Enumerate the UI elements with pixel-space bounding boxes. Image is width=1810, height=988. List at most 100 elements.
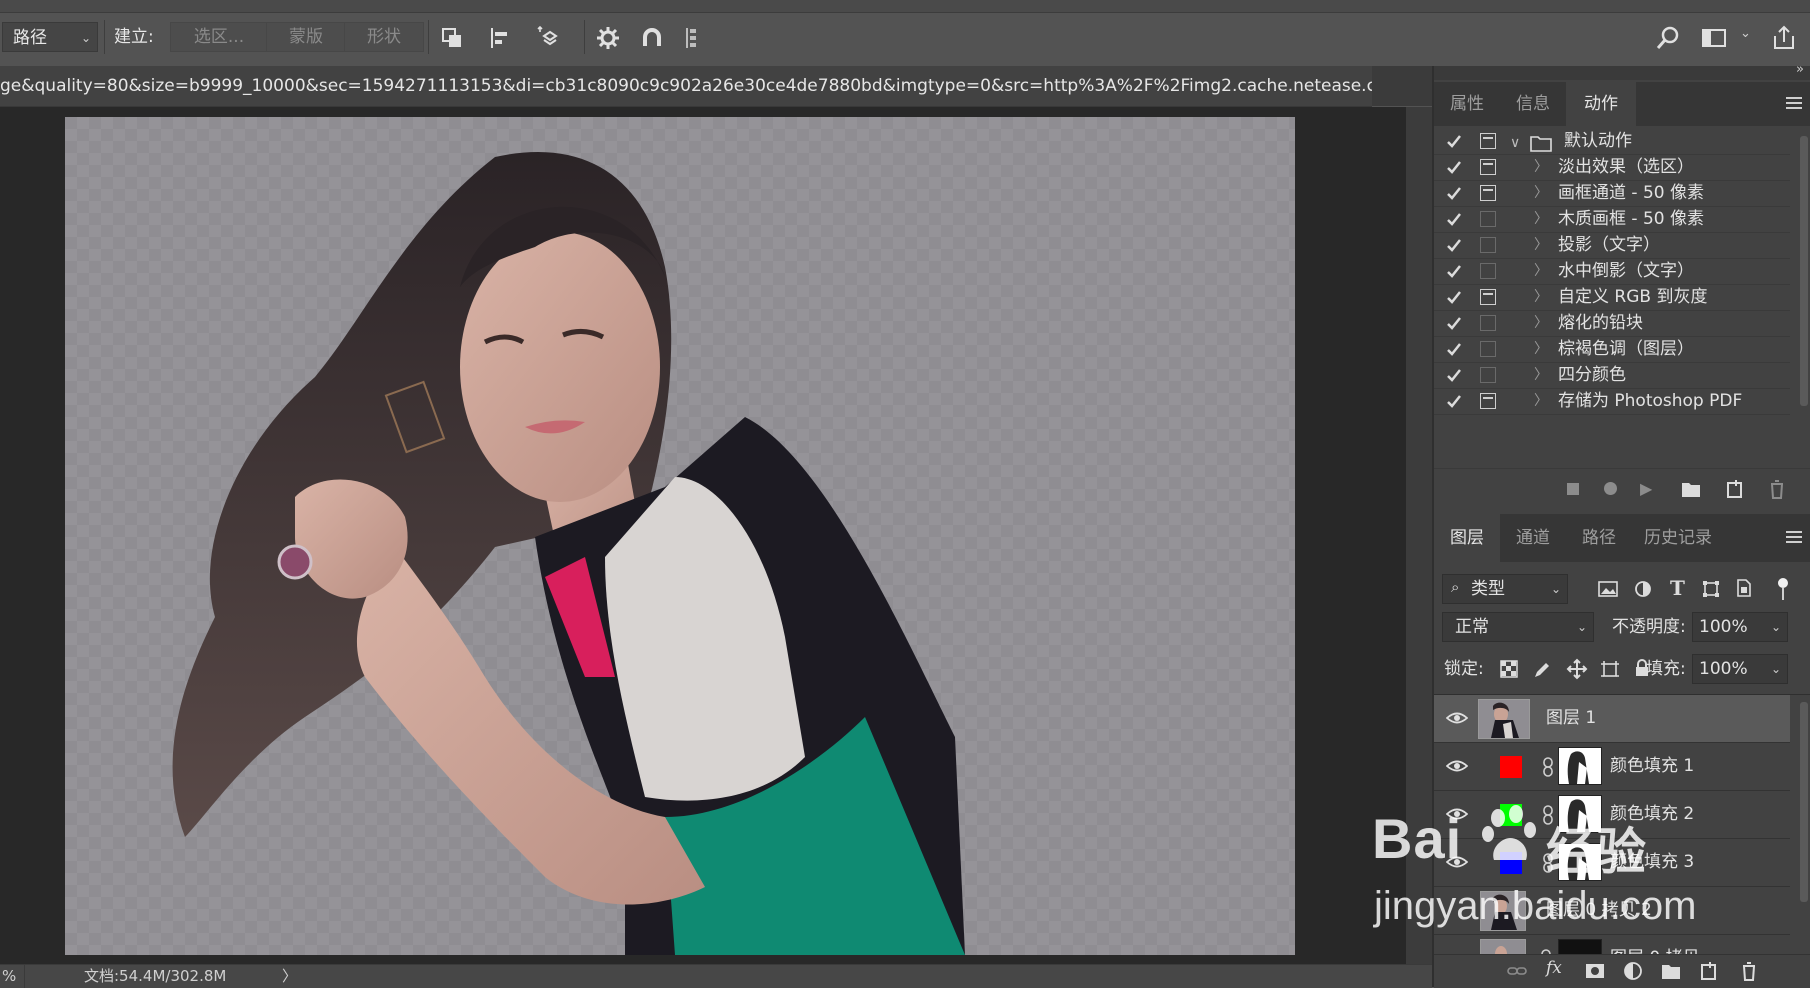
chevron-down-icon[interactable]: ⌄ — [1771, 613, 1781, 641]
action-set-row[interactable]: ∨ 默认动作 — [1434, 128, 1790, 155]
eye-icon[interactable] — [1446, 757, 1468, 775]
path-arrangement-icon[interactable] — [536, 24, 564, 52]
chevron-right-icon[interactable]: 〉 — [1534, 180, 1548, 206]
dialog-toggle-icon[interactable] — [1480, 367, 1496, 383]
lock-transparent-icon[interactable] — [1500, 660, 1518, 678]
tab-properties[interactable]: 属性 — [1434, 82, 1500, 126]
dialog-toggle-icon[interactable] — [1480, 237, 1496, 253]
chevron-right-icon[interactable]: 〉 — [1534, 336, 1548, 362]
status-menu-arrow[interactable]: 〉 — [282, 965, 297, 988]
layers-scrollbar[interactable] — [1800, 702, 1808, 902]
action-row[interactable]: 〉棕褐色调（图层） — [1434, 336, 1790, 363]
check-icon[interactable] — [1446, 339, 1462, 359]
check-icon[interactable] — [1446, 183, 1462, 203]
filter-type-icon[interactable]: T — [1670, 576, 1685, 600]
layer-name[interactable]: 颜色填充 3 — [1610, 839, 1694, 886]
tab-channels[interactable]: 通道 — [1500, 514, 1566, 562]
check-icon[interactable] — [1446, 365, 1462, 385]
document-canvas[interactable] — [65, 117, 1295, 955]
action-row[interactable]: 〉淡出效果（选区） — [1434, 154, 1790, 181]
dialog-toggle-icon[interactable] — [1480, 393, 1496, 409]
lock-pixels-icon[interactable] — [1532, 660, 1552, 680]
path-mode-dropdown[interactable]: 路径 ⌄ — [2, 22, 98, 52]
layer-row[interactable]: 颜色填充 3 — [1434, 839, 1790, 887]
make-mask-button[interactable]: 蒙版 — [266, 22, 346, 52]
dialog-toggle-icon[interactable] — [1480, 185, 1496, 201]
layer-row[interactable]: 图层 0 拷贝 2 — [1434, 887, 1790, 935]
action-row[interactable]: 〉木质画框 - 50 像素 — [1434, 206, 1790, 233]
layer-name[interactable]: 颜色填充 2 — [1610, 791, 1694, 838]
action-row[interactable]: 〉四分颜色 — [1434, 362, 1790, 389]
eye-icon[interactable] — [1446, 805, 1468, 823]
tab-layers[interactable]: 图层 — [1434, 514, 1500, 562]
check-icon[interactable] — [1446, 391, 1462, 411]
dialog-toggle-icon[interactable] — [1480, 159, 1496, 175]
layer-filter-dropdown[interactable]: ⌕ 类型 ⌄ — [1442, 574, 1568, 604]
delete-layer-icon[interactable] — [1738, 960, 1760, 982]
dialog-toggle-icon[interactable] — [1480, 211, 1496, 227]
dialog-toggle-icon[interactable] — [1480, 289, 1496, 305]
check-icon[interactable] — [1446, 157, 1462, 177]
play-icon[interactable]: ▶ — [1640, 478, 1662, 500]
opacity-field[interactable]: 100% ⌄ — [1692, 612, 1788, 642]
new-action-icon[interactable] — [1724, 478, 1746, 500]
share-icon[interactable] — [1770, 24, 1798, 52]
fill-color-swatch[interactable] — [1500, 852, 1522, 874]
chevron-down-icon[interactable]: ⌄ — [1771, 655, 1781, 683]
check-icon[interactable] — [1446, 261, 1462, 281]
path-alignment-icon[interactable] — [486, 24, 514, 52]
new-layer-icon[interactable] — [1698, 960, 1720, 982]
eye-icon[interactable] — [1446, 709, 1468, 727]
filter-pixel-icon[interactable] — [1598, 580, 1618, 598]
lock-position-icon[interactable] — [1566, 658, 1588, 680]
chevron-right-icon[interactable]: 〉 — [1534, 258, 1548, 284]
dialog-toggle-icon[interactable] — [1480, 133, 1496, 149]
actions-scrollbar[interactable] — [1800, 136, 1808, 406]
filter-shape-icon[interactable] — [1702, 580, 1720, 598]
layer-mask-thumbnail[interactable] — [1558, 747, 1602, 785]
action-row[interactable]: 〉画框通道 - 50 像素 — [1434, 180, 1790, 207]
collapse-panels-icon[interactable]: » — [1796, 62, 1804, 77]
tab-info[interactable]: 信息 — [1500, 82, 1566, 126]
tab-history[interactable]: 历史记录 — [1632, 514, 1724, 562]
search-icon[interactable] — [1654, 24, 1682, 52]
stop-icon[interactable] — [1562, 478, 1584, 500]
layer-row[interactable]: 颜色填充 2 — [1434, 791, 1790, 839]
dialog-toggle-icon[interactable] — [1480, 315, 1496, 331]
fill-color-swatch[interactable] — [1500, 756, 1522, 778]
chevron-right-icon[interactable]: 〉 — [1534, 310, 1548, 336]
action-row[interactable]: 〉投影（文字） — [1434, 232, 1790, 259]
check-icon[interactable] — [1446, 235, 1462, 255]
layer-name[interactable]: 颜色填充 1 — [1610, 743, 1694, 790]
link-layers-icon[interactable] — [1506, 960, 1528, 982]
new-group-icon[interactable] — [1660, 960, 1682, 982]
check-icon[interactable] — [1446, 131, 1462, 151]
workspace-icon[interactable] — [1700, 24, 1728, 52]
check-icon[interactable] — [1446, 313, 1462, 333]
delete-icon[interactable] — [1766, 478, 1788, 500]
record-icon[interactable] — [1600, 478, 1622, 500]
filter-adjustment-icon[interactable] — [1634, 580, 1652, 598]
chevron-right-icon[interactable]: 〉 — [1534, 154, 1548, 180]
link-icon[interactable] — [1542, 805, 1554, 825]
document-tab[interactable]: ge&quality=80&size=b9999_10000&sec=15942… — [0, 66, 1372, 107]
dialog-toggle-icon[interactable] — [1480, 341, 1496, 357]
add-mask-icon[interactable] — [1584, 960, 1606, 982]
chevron-right-icon[interactable]: 〉 — [1534, 206, 1548, 232]
action-row[interactable]: 〉熔化的铅块 — [1434, 310, 1790, 337]
lock-artboard-icon[interactable] — [1600, 660, 1620, 680]
layer-name[interactable]: 图层 1 — [1546, 695, 1596, 742]
layer-row[interactable]: 颜色填充 1 — [1434, 743, 1790, 791]
layer-name[interactable]: 图层 0 拷贝 2 — [1546, 887, 1652, 934]
make-selection-button[interactable]: 选区... — [170, 22, 268, 52]
check-icon[interactable] — [1446, 287, 1462, 307]
path-operations-icon[interactable] — [438, 24, 466, 52]
filter-smart-object-icon[interactable] — [1736, 578, 1752, 598]
zoom-level[interactable]: % — [2, 965, 16, 988]
fill-color-swatch[interactable] — [1500, 804, 1522, 826]
link-icon[interactable] — [1542, 757, 1554, 777]
gear-icon[interactable] — [594, 24, 622, 52]
link-icon[interactable] — [1542, 853, 1554, 873]
canvas-scrollbar-area[interactable] — [1406, 107, 1432, 964]
layer-mask-thumbnail[interactable] — [1558, 843, 1602, 881]
